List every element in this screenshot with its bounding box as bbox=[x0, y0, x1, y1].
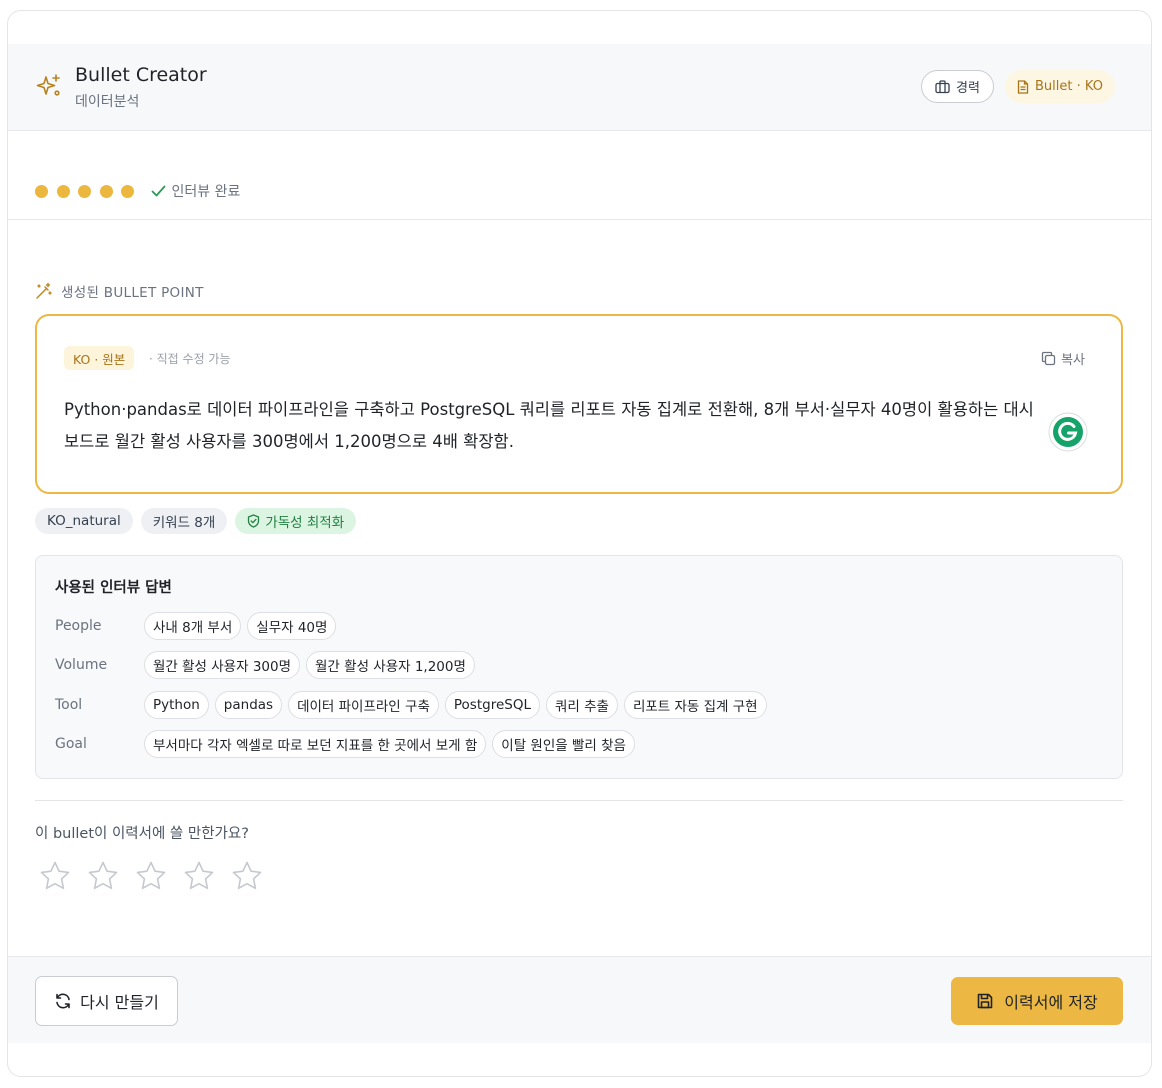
divider bbox=[8, 219, 1151, 220]
header: Bullet Creator 데이터분석 경력 Bullet · KO bbox=[8, 44, 1151, 131]
star-rating[interactable] bbox=[39, 860, 263, 892]
language-badge: KO · 원본 bbox=[64, 346, 135, 370]
career-pill-label: 경력 bbox=[956, 81, 980, 96]
grammarly-icon[interactable] bbox=[1048, 412, 1088, 452]
app-title: Bullet Creator bbox=[75, 64, 207, 86]
progress-step bbox=[121, 184, 134, 198]
answer-row-volume: Volume 월간 활성 사용자 300명 월간 활성 사용자 1,200명 bbox=[55, 651, 475, 679]
star-icon[interactable] bbox=[183, 860, 215, 892]
answer-row-label: Volume bbox=[55, 657, 108, 673]
answer-chip: 월간 활성 사용자 1,200명 bbox=[306, 651, 475, 679]
progress-step bbox=[35, 184, 48, 198]
bullet-pill-label: Bullet · KO bbox=[1035, 79, 1103, 94]
footer-actions: 다시 만들기 이력서에 저장 bbox=[8, 956, 1151, 1043]
tag-style: KO_natural bbox=[35, 508, 133, 534]
interview-answers-panel: 사용된 인터뷰 답변 People 사내 8개 부서 실무자 40명 Volum… bbox=[35, 555, 1123, 779]
progress-step bbox=[99, 184, 113, 198]
answer-chip: 이탈 원인을 빨리 찾음 bbox=[492, 730, 635, 758]
divider bbox=[35, 800, 1123, 801]
answer-row-goal: Goal 부서마다 각자 엑셀로 따로 보던 지표를 한 곳에서 보게 함 이탈… bbox=[55, 730, 635, 758]
answer-chip: 사내 8개 부서 bbox=[144, 612, 242, 640]
answer-chip: Python bbox=[144, 691, 209, 719]
tag-label: KO_natural bbox=[47, 513, 121, 529]
section-label-text: 생성된 BULLET POINT bbox=[61, 285, 204, 301]
star-icon[interactable] bbox=[135, 860, 167, 892]
answer-chip: 월간 활성 사용자 300명 bbox=[144, 651, 301, 679]
answer-chip: 리포트 자동 집계 구현 bbox=[623, 691, 767, 719]
briefcase-icon bbox=[935, 79, 950, 93]
refresh-icon bbox=[56, 993, 70, 1009]
regenerate-button[interactable]: 다시 만들기 bbox=[35, 976, 178, 1026]
answer-row-people: People 사내 8개 부서 실무자 40명 bbox=[55, 612, 337, 640]
progress-status-label: 인터뷰 완료 bbox=[171, 184, 241, 200]
interview-progress: 인터뷰 완료 bbox=[35, 181, 240, 201]
shield-check-icon bbox=[248, 514, 260, 528]
tag-keywords: 키워드 8개 bbox=[140, 508, 228, 534]
answer-chip: 실무자 40명 bbox=[247, 612, 337, 640]
tag-readability: 가독성 최적화 bbox=[235, 508, 357, 534]
regenerate-button-label: 다시 만들기 bbox=[80, 993, 159, 1012]
check-icon bbox=[151, 185, 165, 197]
save-button-label: 이력서에 저장 bbox=[1004, 993, 1098, 1012]
answers-heading: 사용된 인터뷰 답변 bbox=[55, 580, 172, 596]
answer-row-tool: Tool Python pandas 데이터 파이프라인 구축 PostgreS… bbox=[55, 691, 767, 719]
star-icon[interactable] bbox=[39, 860, 71, 892]
bullet-text[interactable]: Python·pandas로 데이터 파이프라인을 구축하고 PostgreSQ… bbox=[64, 394, 1044, 458]
copy-button[interactable]: 복사 bbox=[1041, 349, 1085, 368]
bullet-creator-card: Bullet Creator 데이터분석 경력 Bullet · KO 인터뷰 … bbox=[7, 10, 1152, 1077]
document-icon bbox=[1017, 79, 1029, 94]
rating-question: 이 bullet이 이력서에 쓸 만한가요? bbox=[35, 826, 249, 842]
answer-chip: 부서마다 각자 엑셀로 따로 보던 지표를 한 곳에서 보게 함 bbox=[144, 730, 487, 758]
bullet-language-pill[interactable]: Bullet · KO bbox=[1005, 70, 1115, 103]
copy-button-label: 복사 bbox=[1061, 353, 1085, 368]
tag-label: 가독성 최적화 bbox=[265, 515, 345, 531]
star-icon[interactable] bbox=[87, 860, 119, 892]
star-icon[interactable] bbox=[231, 860, 263, 892]
app-subtitle: 데이터분석 bbox=[75, 94, 140, 110]
save-to-resume-button[interactable]: 이력서에 저장 bbox=[951, 977, 1123, 1025]
answer-chip: 데이터 파이프라인 구축 bbox=[288, 691, 439, 719]
sparkles-icon bbox=[36, 74, 60, 96]
bullet-editor[interactable]: KO · 원본 · 직접 수정 가능 복사 Python·pandas로 데이터… bbox=[35, 314, 1123, 494]
answer-row-label: People bbox=[55, 618, 102, 634]
bullet-tags: KO_natural 키워드 8개 가독성 최적화 bbox=[35, 508, 357, 534]
answer-row-label: Goal bbox=[55, 736, 87, 752]
magic-wand-icon bbox=[36, 282, 52, 299]
answer-chip: 쿼리 추출 bbox=[545, 691, 618, 719]
progress-step bbox=[78, 184, 91, 198]
career-pill[interactable]: 경력 bbox=[921, 70, 994, 103]
tag-label: 키워드 8개 bbox=[152, 515, 216, 531]
save-icon bbox=[977, 993, 993, 1009]
answer-chip: PostgreSQL bbox=[444, 691, 540, 719]
copy-icon bbox=[1041, 351, 1056, 366]
progress-step bbox=[56, 184, 70, 198]
section-label: 생성된 BULLET POINT bbox=[35, 281, 204, 301]
progress-status: 인터뷰 완료 bbox=[151, 181, 241, 201]
answer-chip: pandas bbox=[214, 691, 283, 719]
answer-row-label: Tool bbox=[55, 697, 83, 713]
edit-hint: · 직접 수정 가능 bbox=[149, 352, 231, 366]
